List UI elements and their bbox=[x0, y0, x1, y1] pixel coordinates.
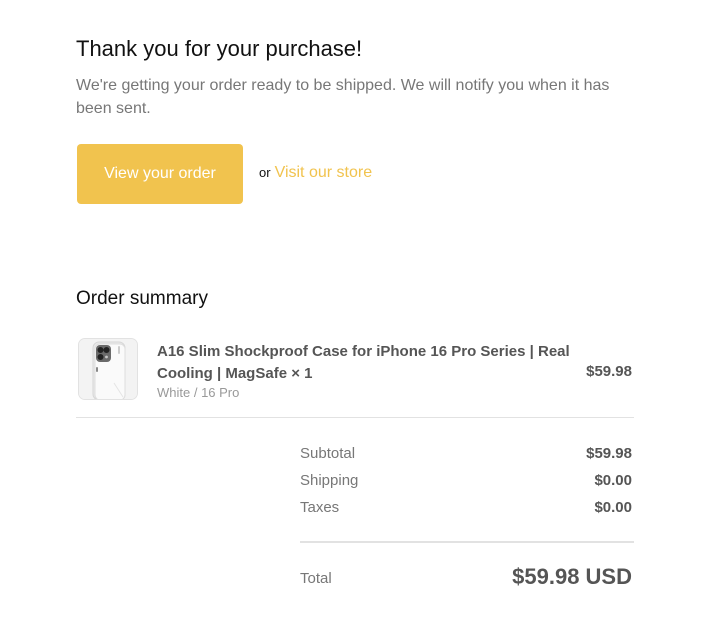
visit-store-link[interactable]: Visit our store bbox=[275, 164, 373, 182]
product-name: A16 Slim Shockproof Case for iPhone 16 P… bbox=[157, 343, 570, 382]
subtotal-value: $59.98 bbox=[586, 445, 632, 462]
shipping-row: Shipping $0.00 bbox=[300, 472, 632, 492]
view-order-button[interactable]: View your order bbox=[77, 144, 243, 204]
product-price: $59.98 bbox=[586, 363, 632, 380]
subtotal-row: Subtotal $59.98 bbox=[300, 445, 632, 465]
subtotal-label: Subtotal bbox=[300, 445, 356, 462]
page-title: Thank you for your purchase! bbox=[76, 36, 363, 61]
order-confirmation-page: Thank you for your purchase! We're getti… bbox=[0, 0, 710, 628]
taxes-row: Taxes $0.00 bbox=[300, 499, 632, 519]
taxes-value: $0.00 bbox=[594, 499, 632, 516]
phone-case-icon bbox=[79, 339, 137, 399]
shipping-label: Shipping bbox=[300, 472, 359, 489]
taxes-label: Taxes bbox=[300, 499, 340, 516]
line-items-divider bbox=[76, 417, 634, 418]
shipping-value: $0.00 bbox=[594, 472, 632, 489]
confirmation-message: We're getting your order ready to be shi… bbox=[76, 77, 610, 117]
product-image bbox=[78, 338, 138, 400]
product-variant: White / 16 Pro bbox=[157, 385, 240, 400]
total-label: Total bbox=[300, 570, 332, 587]
secondary-action: or Visit our store bbox=[259, 164, 372, 182]
line-item: A16 Slim Shockproof Case for iPhone 16 P… bbox=[76, 334, 634, 404]
order-summary-title: Order summary bbox=[76, 288, 208, 309]
total-divider bbox=[300, 541, 634, 543]
total-value: $59.98 USD bbox=[512, 564, 632, 589]
or-text: or bbox=[259, 165, 271, 180]
